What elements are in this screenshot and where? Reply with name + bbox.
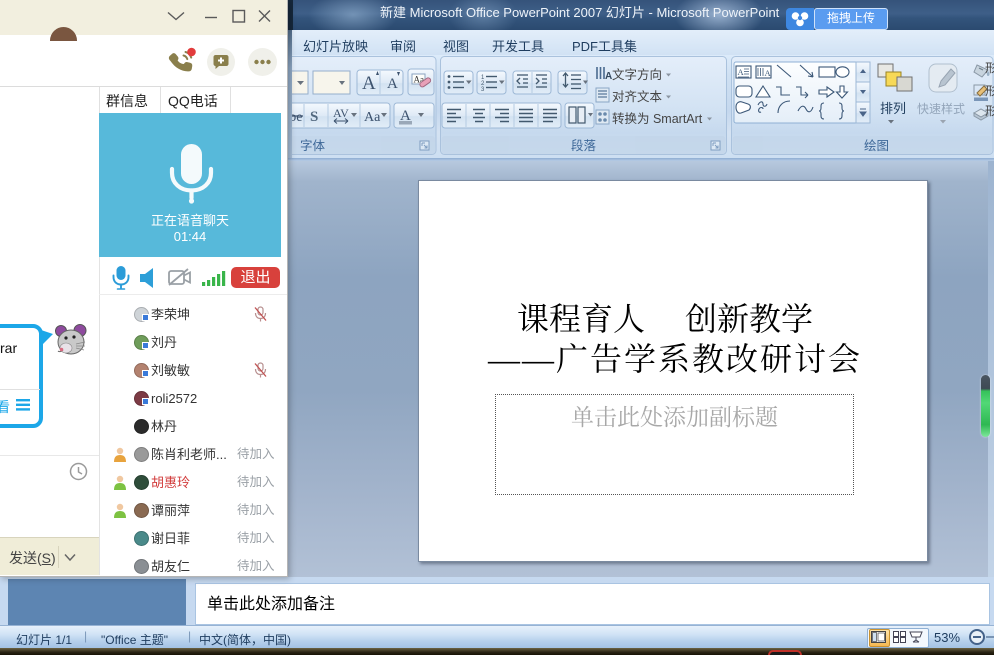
svg-text:对齐文本: 对齐文本 [612, 89, 663, 104]
svg-text:段落: 段落 [571, 138, 597, 153]
svg-text:转换为 SmartArt: 转换为 SmartArt [612, 111, 703, 126]
svg-text:形: 形 [985, 84, 994, 98]
svg-text:文字方向: 文字方向 [612, 67, 662, 82]
svg-text:Aa: Aa [364, 110, 381, 125]
svg-text:字体: 字体 [300, 138, 326, 153]
svg-text:形: 形 [985, 104, 994, 118]
svg-text:A: A [765, 68, 772, 78]
svg-text:S: S [310, 109, 318, 125]
svg-text:A: A [738, 67, 745, 77]
svg-text:AV: AV [333, 106, 349, 120]
svg-text:快速样式: 快速样式 [917, 101, 965, 116]
svg-text:A: A [387, 76, 398, 92]
svg-text:绘图: 绘图 [864, 138, 889, 153]
svg-text:排列: 排列 [880, 101, 906, 116]
svg-text:形: 形 [985, 61, 994, 75]
svg-text:A: A [362, 73, 376, 94]
